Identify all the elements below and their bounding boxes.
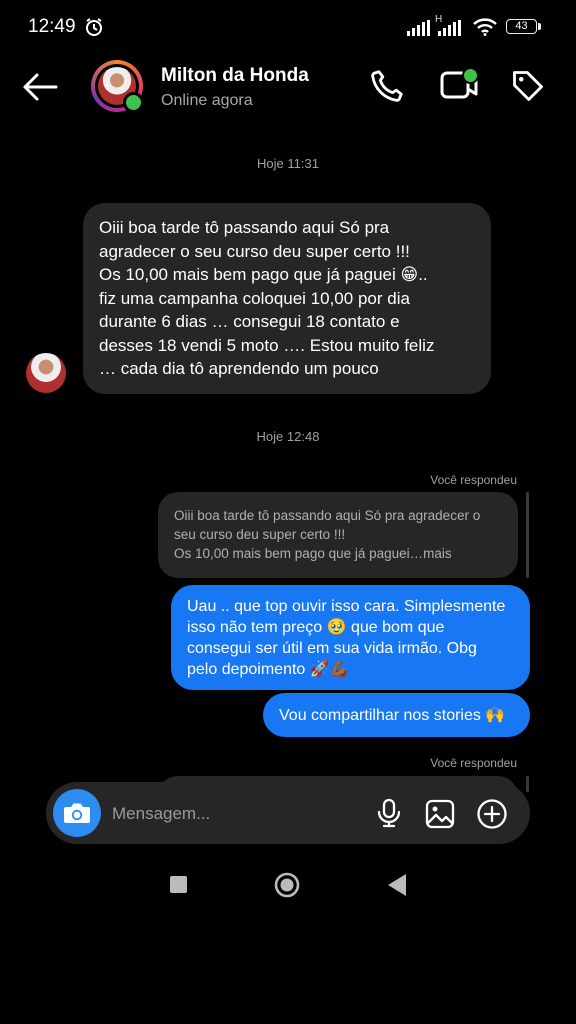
alarm-icon [84,17,104,42]
sent-message-bubble-2[interactable]: Vou compartilhar nos stories 🙌 [263,693,530,737]
battery-icon: 43 [506,19,537,34]
phone-call-button[interactable] [369,68,405,109]
message-line: Os 10,00 mais bem pago que já paguei 😁.. [99,265,428,284]
message-timestamp: Hoje 11:31 [257,156,319,171]
status-time: 12:49 [28,16,76,37]
quote-line: seu curso deu super certo !!! [174,527,346,542]
quoted-message-bubble[interactable]: Oiii boa tarde tô passando aqui Só pra a… [158,492,518,578]
message-line: consegui ser útil em sua vida irmão. Obg [187,640,477,657]
message-line: pelo depoimento 🚀💪🏾 [187,661,350,678]
message-line: fiz uma campanha coloquei 10,00 por dia [99,288,410,308]
quote-line: Os 10,00 mais bem pago que já paguei…mai… [174,546,452,561]
contact-name[interactable]: Milton da Honda [161,65,309,87]
message-line: durante 6 dias … consegui 18 contato e [99,312,400,331]
battery-nub [538,23,541,30]
microphone-icon[interactable] [376,798,402,833]
signal-icon [407,20,431,41]
gallery-icon[interactable] [425,799,455,834]
signal-icon-2 [438,20,462,41]
sender-avatar[interactable] [26,353,66,393]
message-line: … cada dia tô aprendendo um pouco [99,359,379,378]
received-message-bubble[interactable]: Oiii boa tarde tô passando aqui Só pra a… [83,203,491,394]
received-message-text: Oiii boa tarde tô passando aqui Só pra a… [99,216,434,381]
tag-icon[interactable] [510,68,546,109]
recents-nav-button[interactable] [170,876,187,893]
message-input[interactable] [112,803,362,825]
message-line: Oiii boa tarde tô passando aqui Só pra [99,218,390,237]
message-line: agradecer o seu curso deu super certo !!… [99,241,410,261]
online-indicator [123,92,144,113]
quote-line: Oiii boa tarde tô passando aqui Só pra a… [174,508,481,523]
message-line: Uau .. que top ouvir isso cara. Simplesm… [187,598,506,615]
reply-indicator-bar-2 [526,776,529,792]
back-nav-button[interactable] [386,872,408,903]
reply-indicator-bar [526,492,529,578]
message-line: desses 18 vendi 5 moto …. Estou muito fe… [99,335,435,355]
contact-status: Online agora [161,92,253,109]
add-content-icon[interactable] [476,798,508,835]
message-timestamp: Hoje 12:48 [256,429,320,444]
back-arrow-icon[interactable] [22,72,58,107]
video-active-indicator [462,67,479,84]
you-replied-label: Você respondeu [430,473,517,487]
you-replied-label-2: Você respondeu [430,756,517,770]
sent-message-bubble[interactable]: Uau .. que top ouvir isso cara. Simplesm… [171,585,530,690]
sent-message-text: Uau .. que top ouvir isso cara. Simplesm… [187,596,505,680]
camera-button[interactable] [53,789,101,837]
sent-message-text: Vou compartilhar nos stories 🙌 [279,707,506,724]
home-nav-button[interactable] [273,871,301,904]
quoted-message-text: Oiii boa tarde tô passando aqui Só pra a… [174,506,480,563]
wifi-icon [473,18,497,41]
message-line: isso não tem preço 🥹 que bom que [187,619,445,636]
